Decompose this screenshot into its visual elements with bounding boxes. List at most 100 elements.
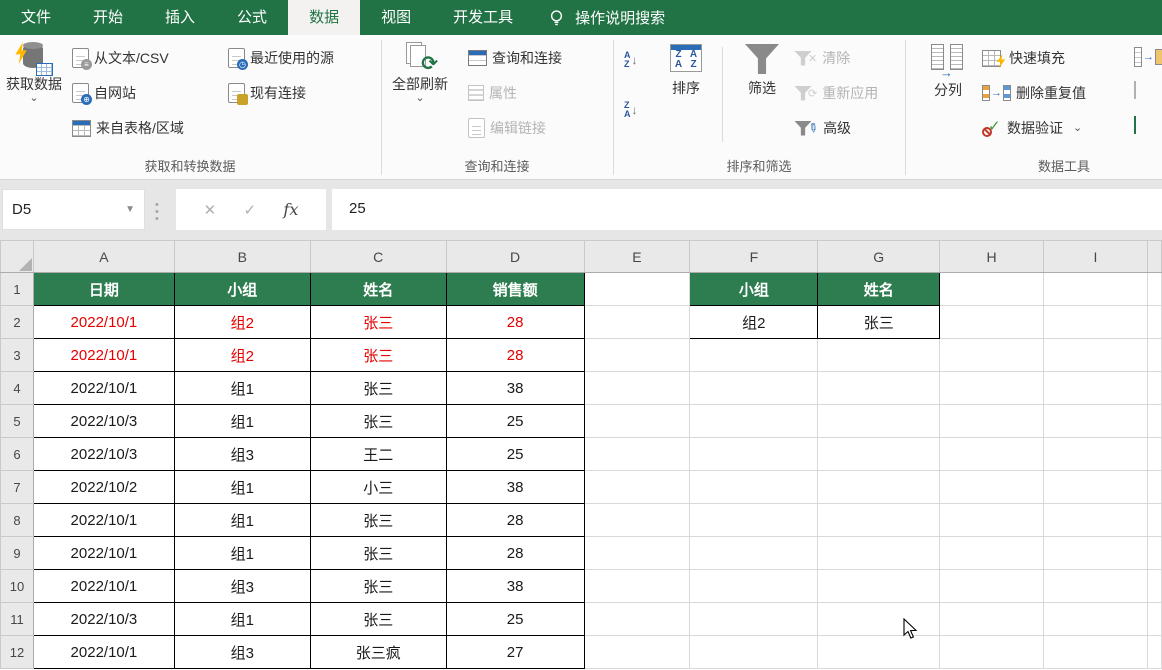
cell-A9[interactable]: 2022/10/1 bbox=[33, 537, 174, 570]
column-header-C[interactable]: C bbox=[310, 241, 446, 273]
cell-X10[interactable] bbox=[1147, 570, 1161, 603]
cell-C5[interactable]: 张三 bbox=[310, 405, 446, 438]
cell-X7[interactable] bbox=[1147, 471, 1161, 504]
cell-H6[interactable] bbox=[940, 438, 1044, 471]
cell-C7[interactable]: 小三 bbox=[310, 471, 446, 504]
cell-D6[interactable]: 25 bbox=[446, 438, 584, 471]
cell-H7[interactable] bbox=[940, 471, 1044, 504]
recent-sources-button[interactable]: ◷ 最近使用的源 bbox=[228, 45, 334, 71]
cell-B11[interactable]: 组1 bbox=[174, 603, 310, 636]
text-to-columns-button[interactable]: → 分列 bbox=[918, 44, 978, 99]
cell-D1[interactable]: 销售额 bbox=[446, 273, 584, 306]
cell-A5[interactable]: 2022/10/3 bbox=[33, 405, 174, 438]
cell-C11[interactable]: 张三 bbox=[310, 603, 446, 636]
sort-az-button[interactable]: AZ ↓ bbox=[624, 47, 638, 73]
tab-insert[interactable]: 插入 bbox=[144, 0, 216, 35]
cell-E2[interactable] bbox=[584, 306, 690, 339]
cell-H1[interactable] bbox=[940, 273, 1044, 306]
from-table-range-button[interactable]: 来自表格/区域 bbox=[72, 115, 184, 141]
from-web-button[interactable]: ⊕ 自网站 bbox=[72, 80, 136, 106]
formula-bar-resize-handle[interactable]: ••• bbox=[155, 202, 159, 223]
cell-G10[interactable] bbox=[818, 570, 940, 603]
cell-F3[interactable] bbox=[690, 339, 818, 372]
cell-I6[interactable] bbox=[1044, 438, 1148, 471]
cell-B3[interactable]: 组2 bbox=[174, 339, 310, 372]
row-header-8[interactable]: 8 bbox=[1, 504, 34, 537]
row-header-1[interactable]: 1 bbox=[1, 273, 34, 306]
column-header-G[interactable]: G bbox=[818, 241, 940, 273]
name-box[interactable]: D5 ▼ bbox=[2, 189, 145, 230]
row-header-10[interactable]: 10 bbox=[1, 570, 34, 603]
tab-developer[interactable]: 开发工具 bbox=[432, 0, 534, 35]
data-model-icon-partial[interactable] bbox=[1134, 117, 1136, 133]
cell-X12[interactable] bbox=[1147, 636, 1161, 669]
cell-G3[interactable] bbox=[818, 339, 940, 372]
cell-H10[interactable] bbox=[940, 570, 1044, 603]
cell-E8[interactable] bbox=[584, 504, 690, 537]
cell-B2[interactable]: 组2 bbox=[174, 306, 310, 339]
cell-E5[interactable] bbox=[584, 405, 690, 438]
cell-C3[interactable]: 张三 bbox=[310, 339, 446, 372]
enter-icon[interactable]: ✓ bbox=[244, 201, 257, 219]
cell-C1[interactable]: 姓名 bbox=[310, 273, 446, 306]
cell-F10[interactable] bbox=[690, 570, 818, 603]
cell-D12[interactable]: 27 bbox=[446, 636, 584, 669]
column-header-E[interactable]: E bbox=[584, 241, 690, 273]
tab-home[interactable]: 开始 bbox=[72, 0, 144, 35]
cell-H3[interactable] bbox=[940, 339, 1044, 372]
cell-B1[interactable]: 小组 bbox=[174, 273, 310, 306]
cell-C2[interactable]: 张三 bbox=[310, 306, 446, 339]
cell-X8[interactable] bbox=[1147, 504, 1161, 537]
cell-I7[interactable] bbox=[1044, 471, 1148, 504]
cell-F1[interactable]: 小组 bbox=[690, 273, 818, 306]
cell-E11[interactable] bbox=[584, 603, 690, 636]
sort-za-button[interactable]: ZA ↓ bbox=[624, 97, 638, 123]
tab-view[interactable]: 视图 bbox=[360, 0, 432, 35]
cell-X2[interactable] bbox=[1147, 306, 1161, 339]
cell-H11[interactable] bbox=[940, 603, 1044, 636]
cell-X5[interactable] bbox=[1147, 405, 1161, 438]
cell-X11[interactable] bbox=[1147, 603, 1161, 636]
cell-A1[interactable]: 日期 bbox=[33, 273, 174, 306]
cell-F4[interactable] bbox=[690, 372, 818, 405]
cell-A3[interactable]: 2022/10/1 bbox=[33, 339, 174, 372]
cell-B5[interactable]: 组1 bbox=[174, 405, 310, 438]
cell-H2[interactable] bbox=[940, 306, 1044, 339]
cell-H8[interactable] bbox=[940, 504, 1044, 537]
cell-C4[interactable]: 张三 bbox=[310, 372, 446, 405]
cell-G5[interactable] bbox=[818, 405, 940, 438]
cell-A4[interactable]: 2022/10/1 bbox=[33, 372, 174, 405]
column-header-extra[interactable] bbox=[1147, 241, 1161, 273]
remove-duplicates-button[interactable]: → 删除重复值 bbox=[982, 80, 1086, 106]
cell-H9[interactable] bbox=[940, 537, 1044, 570]
cell-G11[interactable] bbox=[818, 603, 940, 636]
filter-button[interactable]: 筛选 bbox=[732, 44, 792, 97]
cell-G2[interactable]: 张三 bbox=[818, 306, 940, 339]
cell-G12[interactable] bbox=[818, 636, 940, 669]
cell-B12[interactable]: 组3 bbox=[174, 636, 310, 669]
cell-I11[interactable] bbox=[1044, 603, 1148, 636]
cell-C12[interactable]: 张三疯 bbox=[310, 636, 446, 669]
cell-A10[interactable]: 2022/10/1 bbox=[33, 570, 174, 603]
column-header-A[interactable]: A bbox=[33, 241, 174, 273]
cell-X9[interactable] bbox=[1147, 537, 1161, 570]
select-all-corner[interactable] bbox=[1, 241, 34, 273]
row-header-12[interactable]: 12 bbox=[1, 636, 34, 669]
column-header-D[interactable]: D bbox=[446, 241, 584, 273]
name-box-dropdown-icon[interactable]: ▼ bbox=[125, 190, 135, 229]
cell-B7[interactable]: 组1 bbox=[174, 471, 310, 504]
cell-X6[interactable] bbox=[1147, 438, 1161, 471]
cell-G8[interactable] bbox=[818, 504, 940, 537]
refresh-all-button[interactable]: ⟳ 全部刷新 ⌄ bbox=[390, 42, 450, 103]
cell-F11[interactable] bbox=[690, 603, 818, 636]
row-header-4[interactable]: 4 bbox=[1, 372, 34, 405]
row-header-2[interactable]: 2 bbox=[1, 306, 34, 339]
cell-I9[interactable] bbox=[1044, 537, 1148, 570]
cell-E12[interactable] bbox=[584, 636, 690, 669]
consolidate-icon-partial[interactable]: → bbox=[1134, 47, 1162, 67]
cell-G6[interactable] bbox=[818, 438, 940, 471]
cell-E3[interactable] bbox=[584, 339, 690, 372]
cell-X4[interactable] bbox=[1147, 372, 1161, 405]
advanced-filter-button[interactable]: ✎ 高级 bbox=[794, 115, 851, 141]
cell-C9[interactable]: 张三 bbox=[310, 537, 446, 570]
